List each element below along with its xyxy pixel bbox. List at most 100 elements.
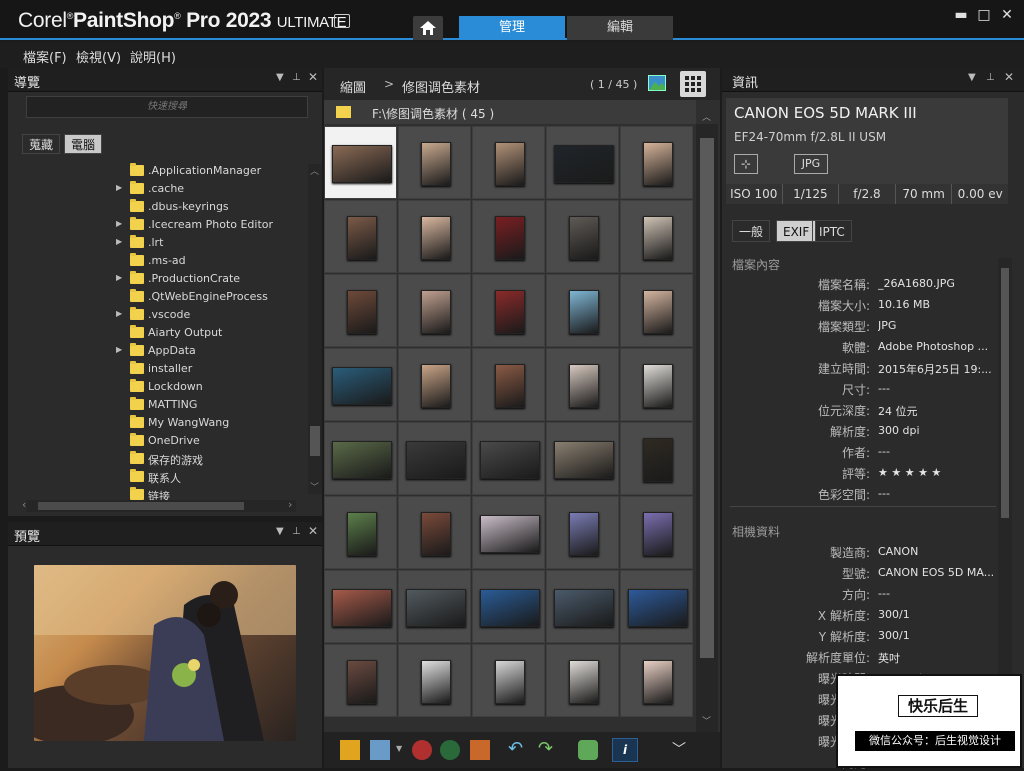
scroll-down-icon[interactable]: ﹀ — [310, 480, 319, 493]
thumbnail-cell[interactable] — [546, 126, 619, 199]
dropdown-arrow-icon[interactable]: ▼ — [396, 744, 402, 753]
thumbnail-cell[interactable] — [620, 496, 693, 569]
thumbnail-cell[interactable] — [472, 644, 545, 717]
thumbnail-cell[interactable] — [324, 348, 397, 421]
menu-file[interactable]: 檔案(F) — [23, 47, 67, 66]
thumbnail-cell[interactable] — [398, 348, 471, 421]
thumbnail-cell[interactable] — [324, 274, 397, 347]
thumbnail-cell[interactable] — [398, 644, 471, 717]
tag-red-icon[interactable] — [412, 740, 432, 760]
expand-arrow-icon[interactable]: ▶ — [116, 309, 122, 318]
collection-button[interactable]: 蒐藏 — [22, 134, 61, 154]
thumbnail-cell[interactable] — [546, 422, 619, 495]
thumbnail-cell[interactable] — [620, 200, 693, 273]
landscape-view-icon[interactable] — [648, 75, 666, 91]
tree-item[interactable]: 保存的游戏 — [116, 450, 306, 468]
panel-menu-icon[interactable]: ▼ — [276, 72, 284, 83]
tab-exif[interactable]: EXIF — [776, 220, 817, 242]
tray-toggle-icon[interactable] — [340, 740, 360, 760]
tag-green-icon[interactable] — [440, 740, 460, 760]
nav-scroll-thumb[interactable] — [310, 426, 320, 456]
tree-item[interactable]: Aiarty Output — [116, 324, 306, 342]
batch-process-icon[interactable] — [470, 740, 490, 760]
thumbnail-cell[interactable] — [398, 126, 471, 199]
tree-item[interactable]: Lockdown — [116, 378, 306, 396]
menu-view[interactable]: 檢視(V) — [76, 47, 121, 66]
panel-close-icon[interactable]: ✕ — [308, 70, 318, 84]
thumbnail-cell[interactable] — [620, 644, 693, 717]
tree-item[interactable]: ▶ .Icecream Photo Editor — [116, 216, 306, 234]
panel-close-icon[interactable]: ✕ — [308, 524, 318, 538]
thumbnail-cell[interactable] — [472, 422, 545, 495]
tree-item[interactable]: ▶ .lrt — [116, 234, 306, 252]
thumbnail-cell[interactable] — [472, 126, 545, 199]
home-tab[interactable] — [413, 16, 443, 40]
thumbnail-cell[interactable] — [472, 200, 545, 273]
tree-item[interactable]: installer — [116, 360, 306, 378]
pin-icon[interactable]: ⊥ — [292, 72, 301, 83]
pin-icon[interactable]: ⊥ — [986, 72, 995, 83]
thumbnail-cell[interactable] — [546, 496, 619, 569]
pin-icon[interactable]: ⊥ — [292, 526, 301, 537]
tree-item[interactable]: ▶ .ProductionCrate — [116, 270, 306, 288]
list-view-icon[interactable] — [370, 740, 390, 760]
tree-item[interactable]: .QtWebEngineProcess — [116, 288, 306, 306]
timeline-icon[interactable] — [578, 740, 598, 760]
tree-item[interactable]: My WangWang — [116, 414, 306, 432]
tree-item[interactable]: 联系人 — [116, 468, 306, 486]
rotate-right-icon[interactable]: ↷ — [538, 738, 553, 759]
tab-general[interactable]: 一般 — [732, 220, 771, 242]
info-scroll-thumb[interactable] — [1001, 268, 1009, 518]
nav-hscroll-thumb[interactable] — [38, 502, 244, 510]
expand-arrow-icon[interactable]: ▶ — [116, 237, 122, 246]
tree-item[interactable]: MATTING — [116, 396, 306, 414]
thumbnail-cell[interactable] — [324, 496, 397, 569]
thumbnail-cell[interactable] — [324, 422, 397, 495]
thumbnail-cell[interactable] — [324, 570, 397, 643]
thumbnail-cell[interactable] — [546, 644, 619, 717]
thumbnail-cell[interactable] — [472, 274, 545, 347]
scroll-right-icon[interactable]: › — [288, 498, 292, 511]
panel-menu-icon[interactable]: ▼ — [276, 526, 284, 537]
thumbnail-cell[interactable] — [324, 200, 397, 273]
tree-item[interactable]: ▶ .vscode — [116, 306, 306, 324]
thumbnail-cell[interactable] — [398, 200, 471, 273]
thumbnail-cell[interactable] — [398, 496, 471, 569]
tree-item[interactable]: ▶ .cache — [116, 180, 306, 198]
thumbnail-cell[interactable] — [472, 496, 545, 569]
scroll-up-icon[interactable]: ︿ — [310, 164, 319, 177]
tree-item[interactable]: .ms-ad — [116, 252, 306, 270]
quick-search-input[interactable]: 快速搜尋 — [26, 96, 308, 118]
scroll-left-icon[interactable]: ‹ — [22, 498, 26, 511]
thumbnail-cell[interactable] — [324, 644, 397, 717]
scroll-up-icon[interactable]: ︿ — [702, 110, 711, 123]
rotate-left-icon[interactable]: ↶ — [508, 738, 523, 759]
tree-item[interactable]: .ApplicationManager — [116, 162, 306, 180]
thumbnail-cell[interactable] — [546, 200, 619, 273]
expand-down-icon[interactable]: ﹀ — [672, 739, 686, 759]
thumbnail-cell[interactable] — [324, 126, 397, 199]
expand-arrow-icon[interactable]: ▶ — [116, 219, 122, 228]
grid-scroll-thumb[interactable] — [700, 138, 714, 658]
thumbnail-cell[interactable] — [472, 570, 545, 643]
thumbnail-cell[interactable] — [546, 274, 619, 347]
tab-manage[interactable]: 管理 — [459, 16, 565, 40]
scroll-down-icon[interactable]: ﹀ — [702, 714, 711, 727]
thumbnail-cell[interactable] — [546, 570, 619, 643]
thumbnail-cell[interactable] — [398, 274, 471, 347]
tree-item[interactable]: OneDrive — [116, 432, 306, 450]
breadcrumb-root[interactable]: 縮圖 — [340, 77, 366, 96]
tab-iptc[interactable]: IPTC — [812, 220, 852, 242]
thumbnail-cell[interactable] — [620, 570, 693, 643]
thumbnail-cell[interactable] — [620, 422, 693, 495]
close-button[interactable]: ✕ — [998, 6, 1016, 24]
info-icon[interactable]: i — [612, 738, 638, 762]
thumbnail-cell[interactable] — [398, 422, 471, 495]
tree-item[interactable]: .dbus-keyrings — [116, 198, 306, 216]
breadcrumb-folder[interactable]: 修图调色素材 — [402, 77, 480, 96]
panel-close-icon[interactable]: ✕ — [1004, 70, 1014, 84]
panel-menu-icon[interactable]: ▼ — [968, 72, 976, 83]
thumbnail-grid-view-button[interactable] — [680, 71, 706, 97]
thumbnail-cell[interactable] — [620, 348, 693, 421]
thumbnail-cell[interactable] — [398, 570, 471, 643]
